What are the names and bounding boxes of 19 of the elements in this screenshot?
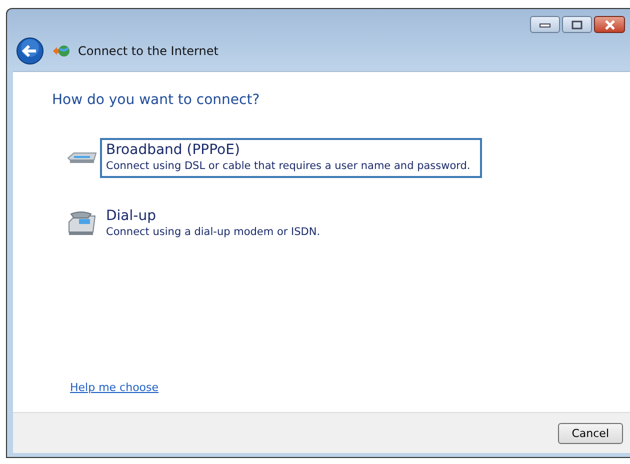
option-description: Connect using a dial-up modem or ISDN. <box>106 226 320 238</box>
back-button[interactable] <box>16 37 44 65</box>
minimize-button[interactable] <box>530 16 560 33</box>
connection-option[interactable]: Dial-up Connect using a dial-up modem or ISDN. <box>100 204 332 244</box>
minimize-icon <box>539 22 551 28</box>
maximize-icon <box>571 20 583 30</box>
option-title: Broadband (PPPoE) <box>106 142 241 158</box>
network-globe-icon <box>52 43 70 59</box>
help-link[interactable]: Help me choose <box>70 381 159 394</box>
connection-option[interactable]: Broadband (PPPoE) Connect using DSL or cable that requires a user name and password. <box>100 138 482 178</box>
close-button[interactable] <box>594 16 625 33</box>
maximize-button[interactable] <box>562 16 592 33</box>
option-title: Dial-up <box>106 208 157 224</box>
cancel-button[interactable]: Cancel <box>558 422 623 444</box>
option-description: Connect using DSL or cable that requires a user name and password. <box>106 160 470 172</box>
page-heading: How do you want to connect? <box>51 92 261 108</box>
close-icon <box>604 20 616 30</box>
telephone-icon <box>66 210 98 238</box>
window-title: Connect to the Internet <box>78 44 218 58</box>
